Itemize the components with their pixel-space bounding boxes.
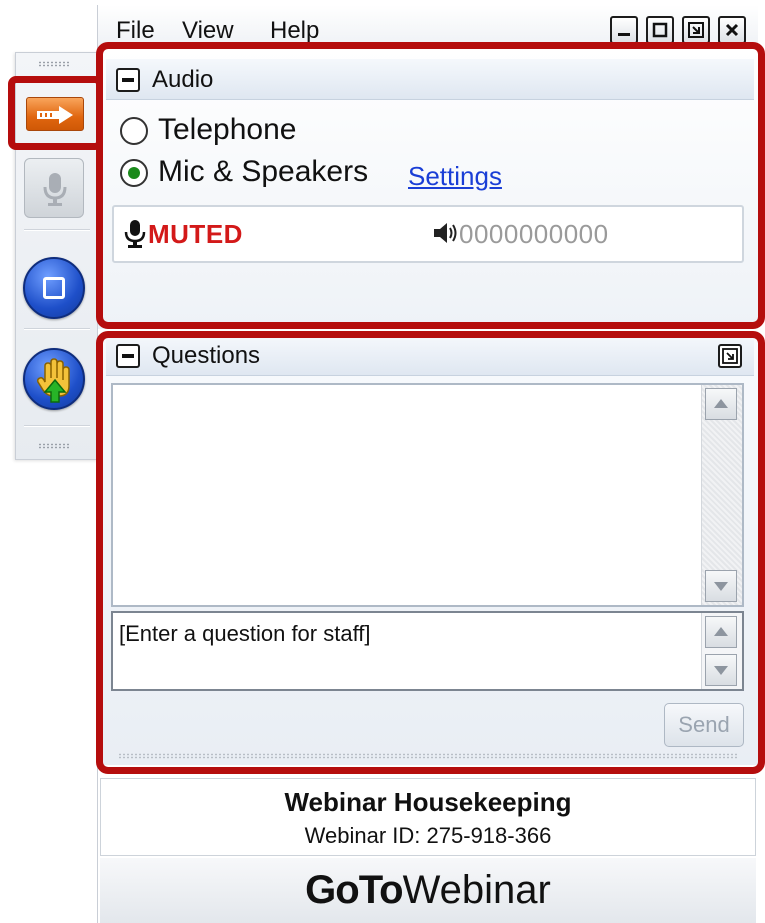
highlight-frame-toolbar-button xyxy=(8,76,103,150)
webinar-title: Webinar Housekeeping xyxy=(284,787,572,817)
brand-bold: GoTo xyxy=(305,868,403,912)
close-icon xyxy=(725,23,739,37)
show-screen-button[interactable] xyxy=(23,257,85,319)
gotowebinar-logo: GoToWebinar xyxy=(100,868,756,913)
menu-file[interactable]: File xyxy=(116,17,155,45)
close-button[interactable] xyxy=(718,16,746,44)
restore-icon xyxy=(688,22,704,38)
raise-hand-icon xyxy=(37,358,70,403)
toolbar-separator xyxy=(24,328,90,330)
webinar-info: Webinar Housekeeping Webinar ID: 275-918… xyxy=(100,778,756,856)
microphone-icon xyxy=(43,173,67,206)
microphone-button[interactable] xyxy=(24,158,84,218)
highlight-frame-audio xyxy=(96,42,765,329)
toolbar-grip-top[interactable] xyxy=(38,61,70,67)
webinar-id: Webinar ID: 275-918-366 xyxy=(304,823,552,848)
raise-hand-button[interactable] xyxy=(23,348,85,410)
maximize-icon xyxy=(652,22,668,38)
minimize-icon xyxy=(618,33,630,36)
brand-regular: Webinar xyxy=(402,868,551,912)
minimize-button[interactable] xyxy=(610,16,638,44)
maximize-button[interactable] xyxy=(646,16,674,44)
menu-help[interactable]: Help xyxy=(270,17,319,45)
highlight-frame-questions xyxy=(96,331,765,774)
brand-bar: GoToWebinar xyxy=(100,858,756,923)
restore-button[interactable] xyxy=(682,16,710,44)
toolbar-separator xyxy=(24,425,90,427)
screen-icon xyxy=(43,277,65,299)
toolbar-grip-bottom[interactable] xyxy=(38,443,70,449)
toolbar-separator xyxy=(24,229,90,231)
menu-view[interactable]: View xyxy=(182,17,234,45)
